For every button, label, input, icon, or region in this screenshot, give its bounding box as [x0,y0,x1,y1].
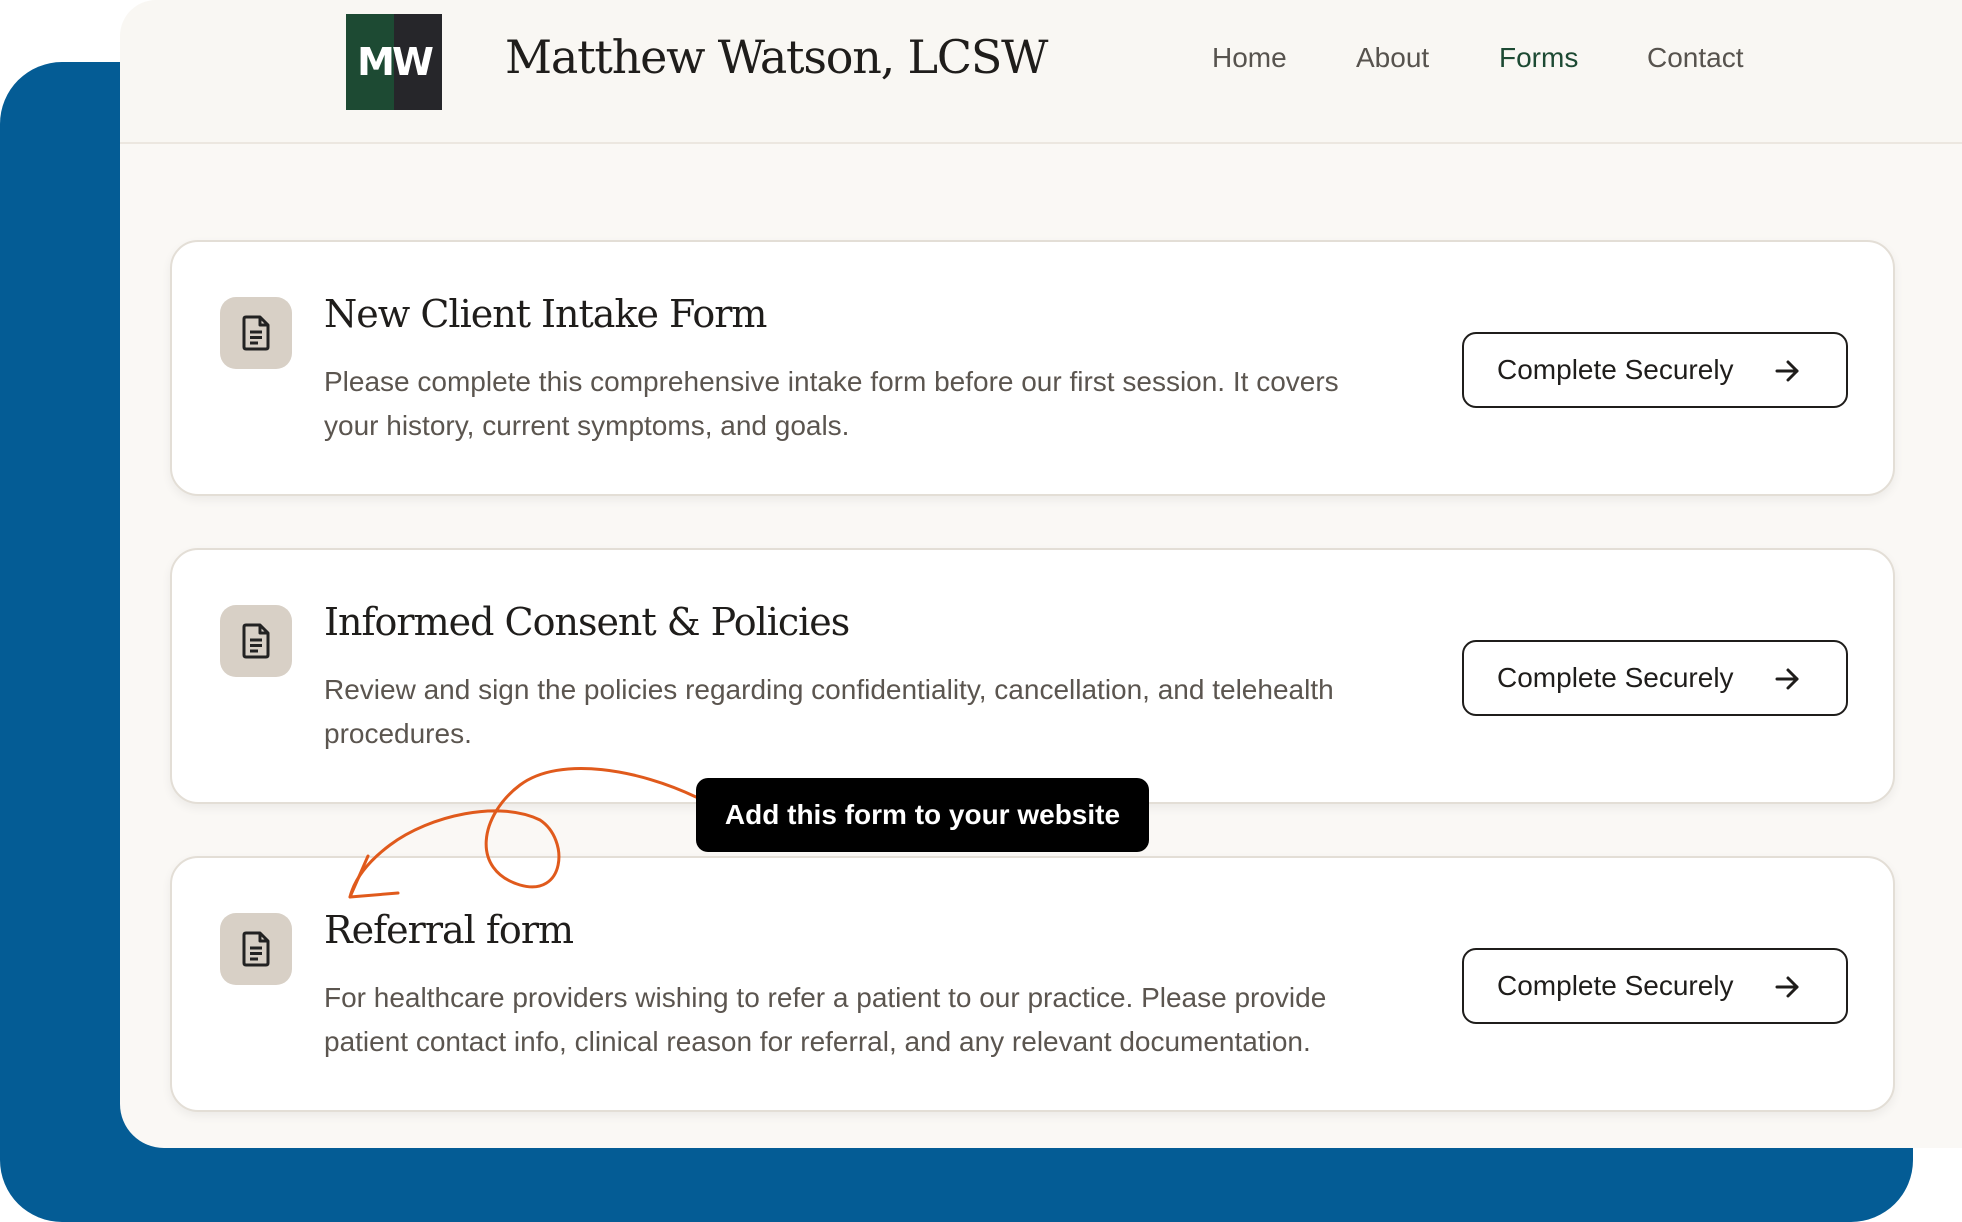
arrow-right-icon [1775,360,1799,382]
form-card-consent: Informed Consent & Policies Review and s… [170,548,1895,804]
form-card-intake: New Client Intake Form Please complete t… [170,240,1895,496]
document-icon [220,297,292,369]
button-label: Complete Securely [1497,662,1734,693]
nav-item-home[interactable]: Home [1212,42,1287,74]
site-header: MW Matthew Watson, LCSW Home About Forms… [120,0,1962,144]
nav-item-contact[interactable]: Contact [1647,42,1744,74]
nav-item-forms[interactable]: Forms [1499,42,1578,74]
main-nav: Home About Forms Contact [120,42,1962,82]
complete-securely-button[interactable]: Complete Securely [1462,948,1848,1024]
browser-window: MW Matthew Watson, LCSW Home About Forms… [120,0,1962,1148]
form-title: Referral form [324,908,574,952]
document-icon [220,913,292,985]
annotation-tooltip: Add this form to your website [696,778,1149,852]
complete-securely-button[interactable]: Complete Securely [1462,332,1848,408]
form-title: New Client Intake Form [324,292,767,336]
button-label: Complete Securely [1497,970,1734,1001]
form-card-referral: Referral form For healthcare providers w… [170,856,1895,1112]
button-label: Complete Securely [1497,354,1734,385]
arrow-right-icon [1775,668,1799,690]
form-description: Review and sign the policies regarding c… [324,674,1334,749]
form-description: Please complete this comprehensive intak… [324,366,1339,441]
complete-securely-button[interactable]: Complete Securely [1462,640,1848,716]
arrow-right-icon [1775,976,1799,998]
document-icon [220,605,292,677]
nav-item-about[interactable]: About [1356,42,1429,74]
form-title: Informed Consent & Policies [324,600,850,644]
form-description: For healthcare providers wishing to refe… [324,982,1327,1057]
